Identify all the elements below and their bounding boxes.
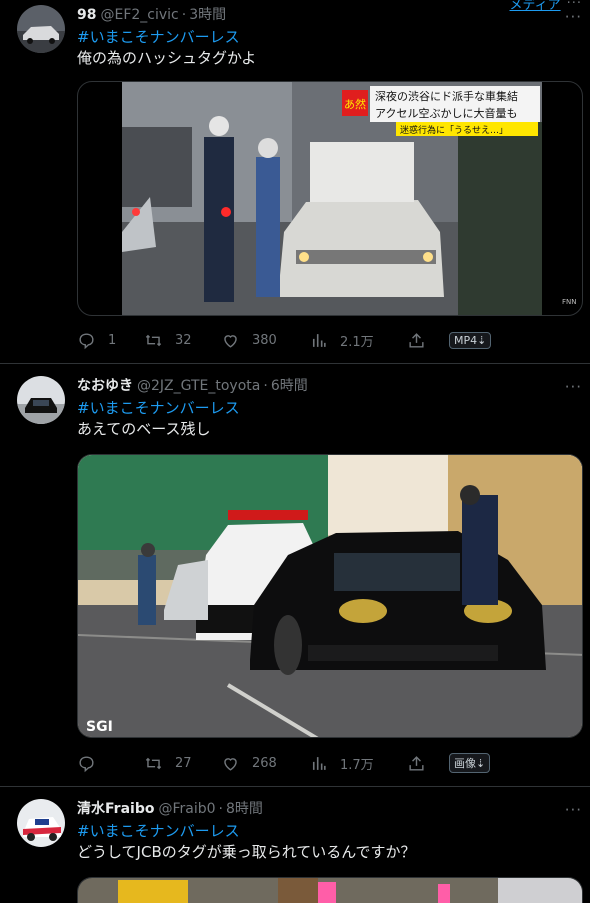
views-count: 2.1万: [340, 334, 374, 350]
reply-count: 1: [108, 332, 117, 348]
views-count: 1.7万: [340, 757, 374, 773]
caption-corner: あ然: [344, 97, 366, 111]
caption-bot: 迷惑行為に「うるせえ…」: [400, 124, 508, 136]
reply-button[interactable]: 1: [77, 331, 144, 350]
action-bar: 1 32 380 2.1万 MP4⇣: [77, 329, 497, 351]
user-handle[interactable]: @Fraib0: [158, 800, 215, 818]
download-mp4-button[interactable]: MP4⇣: [449, 331, 492, 349]
tweet-3[interactable]: 清水Fraibo @Fraib0 · 8時間 #いまこそナンバーレス どうしてJ…: [0, 787, 590, 903]
image-frame: [78, 878, 582, 903]
retweet-icon: [145, 757, 162, 769]
action-bar: 27 268 1.7万 画像⇣: [77, 752, 497, 774]
caption-mid: アクセル空ぶかしに大音量も: [375, 106, 517, 120]
views-icon: [312, 333, 326, 347]
like-count: 380: [252, 332, 277, 348]
hashtag-link[interactable]: #いまこそナンバーレス: [77, 821, 582, 842]
user-handle[interactable]: @2JZ_GTE_toyota: [137, 377, 260, 395]
hashtag-link[interactable]: #いまこそナンバーレス: [77, 27, 582, 48]
image-frame: SGI: [78, 455, 582, 737]
download-image-button[interactable]: 画像⇣: [449, 753, 491, 773]
reply-icon: [79, 755, 94, 772]
reply-button[interactable]: [77, 754, 144, 773]
tweet-image[interactable]: SGI: [77, 454, 583, 738]
display-name[interactable]: 清水Fraibo: [77, 800, 154, 818]
timestamp[interactable]: 3時間: [189, 6, 226, 24]
avatar[interactable]: [17, 376, 65, 424]
retweet-button[interactable]: 32: [144, 331, 221, 350]
heart-icon: [224, 757, 237, 771]
separator: ·: [263, 378, 268, 394]
share-button[interactable]: [407, 754, 449, 773]
hashtag-link[interactable]: #いまこそナンバーレス: [77, 398, 582, 419]
timestamp[interactable]: 8時間: [226, 800, 263, 818]
tweet-2[interactable]: なおゆき @2JZ_GTE_toyota · 6時間 #いまこそナンバーレス あ…: [0, 364, 590, 787]
retweet-icon: [145, 334, 162, 346]
avatar[interactable]: [17, 799, 65, 847]
tweet-text: どうしてJCBのタグが乗っ取られているんですか？: [77, 843, 416, 861]
retweet-button[interactable]: 27: [144, 754, 221, 773]
timestamp[interactable]: 6時間: [271, 377, 308, 395]
more-icon[interactable]: ···: [565, 378, 582, 396]
video-watermark: FNN: [562, 298, 577, 306]
tweet-video[interactable]: 深夜の渋谷にド派手な車集結 アクセル空ぶかしに大音量も 迷惑行為に「うるせえ…」…: [77, 81, 583, 316]
views-icon: [312, 756, 326, 770]
video-frame: 深夜の渋谷にド派手な車集結 アクセル空ぶかしに大音量も 迷惑行為に「うるせえ…」…: [122, 82, 577, 315]
user-handle[interactable]: @EF2_civic: [100, 6, 178, 24]
reply-icon: [79, 332, 94, 349]
tweet-image[interactable]: [77, 877, 583, 903]
display-name[interactable]: なおゆき: [77, 377, 133, 395]
caption-top: 深夜の渋谷にド派手な車集結: [375, 89, 518, 103]
more-icon[interactable]: ···: [565, 8, 582, 26]
tweet-text: 俺の為のハッシュタグかよ: [77, 49, 257, 67]
more-icon[interactable]: ···: [565, 801, 582, 819]
share-icon: [409, 755, 424, 771]
like-count: 268: [252, 755, 277, 771]
views-button[interactable]: 1.7万: [309, 754, 407, 773]
display-name[interactable]: 98: [77, 6, 96, 24]
share-button[interactable]: [407, 331, 449, 350]
heart-icon: [224, 334, 237, 348]
views-button[interactable]: 2.1万: [309, 331, 407, 350]
tweet-1[interactable]: 98 @EF2_civic · 3時間 #いまこそナンバーレス 俺の為のハッシュ…: [0, 0, 590, 364]
tweet-text: あえてのベース残し: [77, 420, 211, 438]
separator: ·: [181, 7, 187, 23]
share-icon: [409, 332, 424, 348]
retweet-count: 27: [175, 755, 192, 771]
image-watermark: SGI: [86, 719, 113, 735]
like-button[interactable]: 268: [221, 754, 309, 773]
like-button[interactable]: 380: [221, 331, 309, 350]
retweet-count: 32: [175, 332, 192, 348]
avatar[interactable]: [17, 5, 65, 53]
separator: ·: [218, 801, 223, 817]
